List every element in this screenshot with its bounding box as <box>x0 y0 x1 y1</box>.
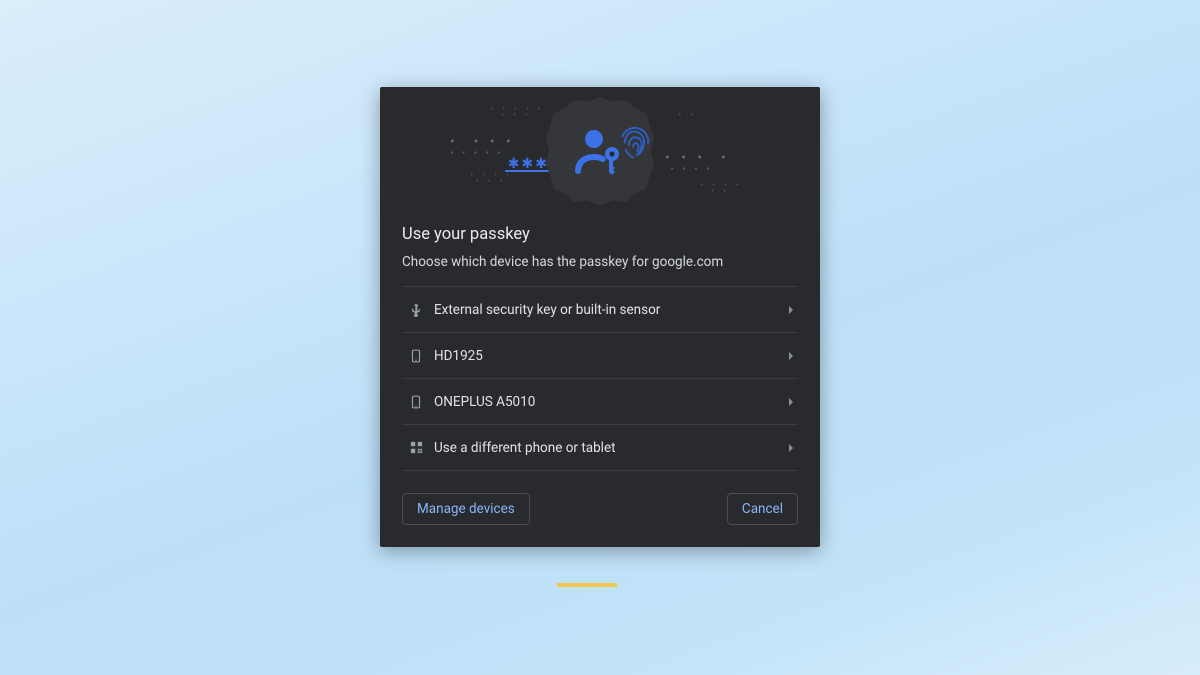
hero-illustration: • • • • • • • • • • • • • • • • • • • • … <box>380 87 820 215</box>
chevron-right-icon <box>786 443 798 453</box>
option-label: ONEPLUS A5010 <box>430 394 786 410</box>
dialog-footer: Manage devices Cancel <box>380 471 820 547</box>
dialog-subtitle: Choose which device has the passkey for … <box>402 254 798 270</box>
chevron-right-icon <box>786 397 798 407</box>
dialog-title: Use your passkey <box>402 225 798 244</box>
decorative-dots: • • • • • • • • <box>490 107 544 119</box>
dialog-header: Use your passkey Choose which device has… <box>380 215 820 270</box>
phone-icon <box>402 348 430 364</box>
usb-icon <box>402 302 430 318</box>
device-list: External security key or built-in sensor… <box>402 286 798 471</box>
qr-icon <box>402 440 430 455</box>
chevron-right-icon <box>786 305 798 315</box>
chevron-right-icon <box>786 351 798 361</box>
passkey-dialog: • • • • • • • • • • • • • • • • • • • • … <box>380 87 820 547</box>
option-label: External security key or built-in sensor <box>430 302 786 318</box>
option-label: HD1925 <box>430 348 786 364</box>
decorative-dots: • • <box>678 113 696 119</box>
decorative-dots: • • • • • • • • <box>665 155 730 173</box>
option-different-device[interactable]: Use a different phone or tablet <box>402 425 798 471</box>
decorative-dots: • • • • • • • • • <box>450 139 515 157</box>
decorative-dots: • • • • • • <box>700 183 742 195</box>
password-asterisks-icon: ✱✱✱ <box>505 159 549 172</box>
option-label: Use a different phone or tablet <box>430 440 786 456</box>
option-external-key[interactable]: External security key or built-in sensor <box>402 287 798 333</box>
phone-icon <box>402 394 430 410</box>
decorative-dots: • • • • • • • <box>470 173 512 185</box>
decorative-underline <box>557 583 617 587</box>
manage-devices-button[interactable]: Manage devices <box>402 493 530 525</box>
cancel-button[interactable]: Cancel <box>727 493 798 525</box>
option-device-hd1925[interactable]: HD1925 <box>402 333 798 379</box>
option-device-oneplus[interactable]: ONEPLUS A5010 <box>402 379 798 425</box>
